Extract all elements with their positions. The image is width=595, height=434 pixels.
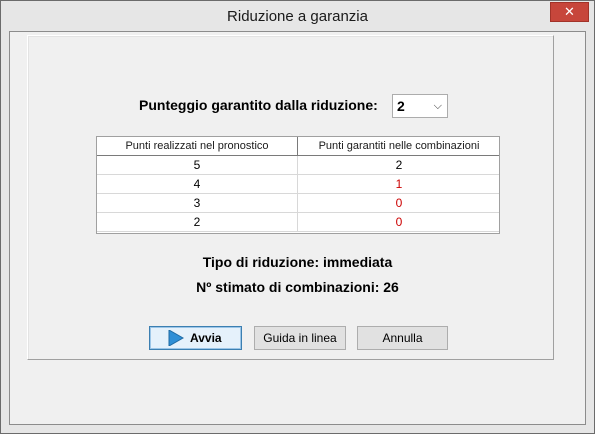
play-icon (168, 330, 184, 346)
table-row[interactable]: 3 0 (97, 194, 499, 213)
realized-points-cell: 2 (97, 213, 298, 231)
table-row[interactable]: 2 0 (97, 213, 499, 232)
guarantee-select-value: 2 (397, 98, 405, 114)
table-header: Punti realizzati nel pronostico Punti ga… (97, 137, 499, 156)
guarantee-label: Punteggio garantito dalla riduzione: (139, 97, 378, 113)
start-button-label: Avvia (190, 331, 222, 345)
dialog-window: Riduzione a garanzia ✕ Punteggio garanti… (0, 0, 595, 434)
table-row[interactable]: 4 1 (97, 175, 499, 194)
chevron-down-icon[interactable]: ⌵ (434, 100, 442, 113)
reduction-type-text: Tipo di riduzione: immediata (202, 254, 393, 270)
cancel-button[interactable]: Annulla (357, 326, 448, 350)
realized-points-cell: 5 (97, 156, 298, 174)
help-button[interactable]: Guida in linea (254, 326, 346, 350)
guaranteed-points-cell: 0 (395, 196, 403, 210)
guarantee-table: Punti realizzati nel pronostico Punti ga… (96, 136, 500, 234)
column-header-guaranteed[interactable]: Punti garantiti nelle combinazioni (299, 137, 499, 156)
table-row[interactable]: 5 2 (97, 156, 499, 175)
guaranteed-points-cell: 0 (395, 215, 403, 229)
title-bar[interactable]: Riduzione a garanzia ✕ (1, 1, 594, 31)
estimated-combinations-text: Nº stimato di combinazioni: 26 (196, 279, 399, 295)
column-header-realized[interactable]: Punti realizzati nel pronostico (97, 137, 298, 156)
guaranteed-points-cell: 1 (395, 177, 403, 191)
window-title: Riduzione a garanzia (227, 8, 368, 25)
close-button[interactable]: ✕ (550, 2, 589, 22)
realized-points-cell: 3 (97, 194, 298, 212)
realized-points-cell: 4 (97, 175, 298, 193)
close-icon: ✕ (564, 4, 575, 19)
start-button[interactable]: Avvia (149, 326, 242, 350)
guaranteed-points-cell: 2 (395, 158, 403, 172)
guarantee-select[interactable]: 2 ⌵ (392, 94, 448, 118)
